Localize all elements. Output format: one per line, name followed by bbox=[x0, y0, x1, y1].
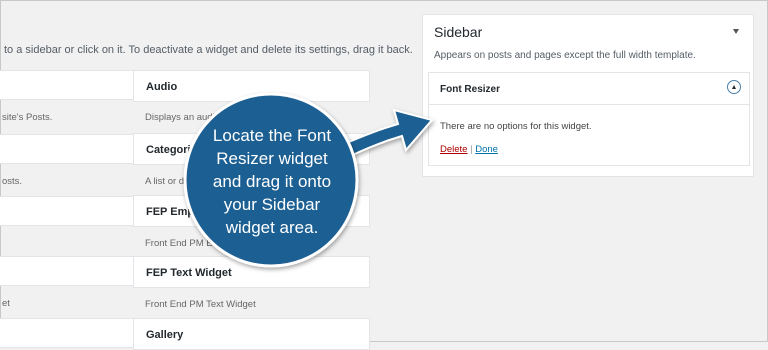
callout-graphic bbox=[183, 92, 434, 268]
callout-line: widget area. bbox=[225, 218, 319, 237]
callout-line: and drag it onto bbox=[212, 172, 332, 191]
callout-line: your Sidebar bbox=[223, 195, 321, 214]
callout-line: Locate the Font bbox=[212, 126, 332, 145]
callout-line: Resizer widget bbox=[216, 149, 328, 168]
callout-text: Locate the Font Resizer widget and drag … bbox=[190, 124, 354, 239]
